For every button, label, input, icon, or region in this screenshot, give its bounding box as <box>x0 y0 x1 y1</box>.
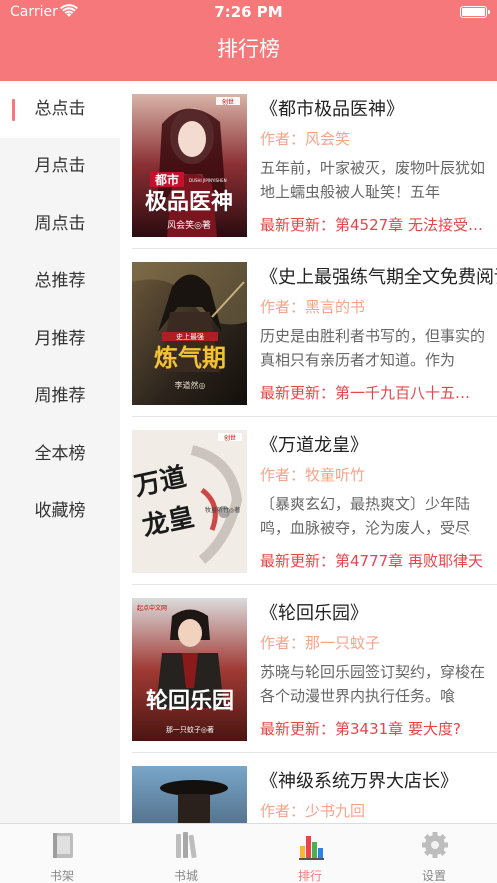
book-author: 作者：少书九回 <box>260 802 366 820</box>
tab-bar: 书架 书城 排行 设置 <box>0 823 497 883</box>
sidebar-item-label: 收藏榜 <box>34 501 86 521</box>
tab-bookshelf[interactable]: 书架 <box>0 824 124 883</box>
sidebar-item-label: 月推荐 <box>34 329 86 349</box>
book-description: 〔暴爽玄幻，最热爽文〕少年陆鸣，血脉被夺，沦为废人，受尽 <box>260 495 471 537</box>
cover-title-line2: 炼气期 <box>154 343 226 372</box>
tab-settings[interactable]: 设置 <box>372 824 496 883</box>
book-latest-update: 最新更新：第3431章 要大度? <box>260 720 461 738</box>
cover-tag: 创世 <box>222 98 234 106</box>
status-bar: Carrier 7:26 PM <box>0 0 497 24</box>
cover-title-line1: 都市 <box>154 172 179 187</box>
page-title: 排行榜 <box>217 37 280 61</box>
book-item[interactable]: 起点中文网 轮回乐园 那一只蚊子◎著 《轮回乐园》 作者：那一只蚊子 苏晓与轮回… <box>120 585 497 753</box>
sidebar-item-favorites[interactable]: 收藏榜 <box>0 483 120 540</box>
sidebar-item-monthly-recommend[interactable]: 月推荐 <box>0 311 120 368</box>
cover-tag: 起点中文网 <box>137 604 167 612</box>
sidebar-item-label: 总点击 <box>34 99 86 119</box>
book-cover: 史上最强 炼气期 李道然◎ <box>132 262 247 405</box>
book-cover: 创世 万道 龙皇 牧童听竹◎著 <box>132 430 247 573</box>
book-cover: 起点中文网 轮回乐园 那一只蚊子◎著 <box>132 598 247 741</box>
active-indicator <box>12 99 15 121</box>
cover-author: 风会笑◎著 <box>167 219 211 231</box>
ranking-icon <box>299 836 324 860</box>
sidebar-item-label: 总推荐 <box>34 271 86 291</box>
book-latest-update: 最新更新：第4777章 再败耶律天 <box>260 552 483 570</box>
bookshelf-icon <box>53 833 73 858</box>
battery-icon <box>460 6 490 18</box>
sidebar-item-total-clicks[interactable]: 总点击 <box>0 81 120 138</box>
sidebar-item-label: 周点击 <box>34 214 86 234</box>
tab-bookstore[interactable]: 书城 <box>124 824 248 883</box>
sidebar-item-label: 全本榜 <box>34 444 86 464</box>
category-sidebar: 总点击 月点击 周点击 总推荐 月推荐 周推荐 全本榜 收藏榜 <box>0 81 120 823</box>
book-title: 《万道龙皇》 <box>260 435 368 456</box>
book-title: 《神级系统万界大店长》 <box>260 771 458 792</box>
book-title: 《轮回乐园》 <box>260 603 368 624</box>
status-time: 7:26 PM <box>214 3 283 21</box>
sidebar-item-monthly-clicks[interactable]: 月点击 <box>0 138 120 195</box>
sidebar-item-label: 周推荐 <box>34 386 86 406</box>
sidebar-item-label: 月点击 <box>34 156 86 176</box>
book-item[interactable]: 《神级系统万界大店长》 作者：少书九回 <box>120 753 497 823</box>
tab-label: 书城 <box>173 869 198 883</box>
book-list: 创世 都市 DUSHI JIPINYISHEN 极品医神 风会笑◎著 《都市极品… <box>120 81 497 823</box>
book-cover <box>132 766 247 823</box>
book-description: 苏晓与轮回乐园签订契约，穿梭在各个动漫世界内执行任务。喰 <box>260 663 485 705</box>
tab-ranking[interactable]: 排行 <box>248 824 372 883</box>
book-author: 作者：黑言的书 <box>260 298 366 316</box>
bookstore-icon <box>176 832 197 859</box>
sidebar-item-completed[interactable]: 全本榜 <box>0 426 120 483</box>
tab-label: 排行 <box>297 869 322 883</box>
cover-tag: 创世 <box>224 434 236 442</box>
settings-icon <box>422 832 448 858</box>
nav-header: Carrier 7:26 PM 排行榜 <box>0 0 497 81</box>
cover-title-line2: 极品医神 <box>145 189 233 215</box>
cover-author: 李道然◎ <box>175 380 206 390</box>
book-description: 五年前，叶家被灭，废物叶辰犹如地上蠕虫般被人耻笑！五年 <box>260 159 485 201</box>
book-item[interactable]: 创世 都市 DUSHI JIPINYISHEN 极品医神 风会笑◎著 《都市极品… <box>120 81 497 249</box>
sidebar-item-weekly-recommend[interactable]: 周推荐 <box>0 368 120 425</box>
book-author: 作者：牧童听竹 <box>260 466 366 484</box>
book-cover: 创世 都市 DUSHI JIPINYISHEN 极品医神 风会笑◎著 <box>132 94 247 237</box>
book-latest-update: 最新更新：第一千九百八十五章 大结局 <box>260 384 485 402</box>
sidebar-item-total-recommend[interactable]: 总推荐 <box>0 253 120 310</box>
book-latest-update: 最新更新：第4527章 无法接受的结果 <box>260 216 485 234</box>
cover-title-line1: 轮回乐园 <box>146 688 234 714</box>
book-item[interactable]: 史上最强 炼气期 李道然◎ 《史上最强练气期全文免费阅读》 作者：黑言的书 历史… <box>120 249 497 417</box>
book-title: 《史上最强练气期全文免费阅读》 <box>260 267 497 288</box>
book-author: 作者：风会笑 <box>260 130 351 148</box>
cover-author: 牧童听竹◎著 <box>205 506 240 514</box>
cover-title-line1: 史上最强 <box>176 332 204 341</box>
tab-label: 设置 <box>421 869 446 883</box>
book-author: 作者：那一只蚊子 <box>260 634 381 652</box>
book-title: 《都市极品医神》 <box>260 99 404 120</box>
book-description: 历史是由胜利者书写的，但事实的真相只有亲历者才知道。作为 <box>260 327 485 369</box>
cover-author: 那一只蚊子◎著 <box>166 725 214 734</box>
book-item[interactable]: 创世 万道 龙皇 牧童听竹◎著 《万道龙皇》 作者：牧童听竹 〔暴爽玄幻，最热爽… <box>120 417 497 585</box>
cover-pinyin: DUSHI JIPINYISHEN <box>189 178 227 183</box>
sidebar-item-weekly-clicks[interactable]: 周点击 <box>0 196 120 253</box>
tab-label: 书架 <box>49 869 74 883</box>
